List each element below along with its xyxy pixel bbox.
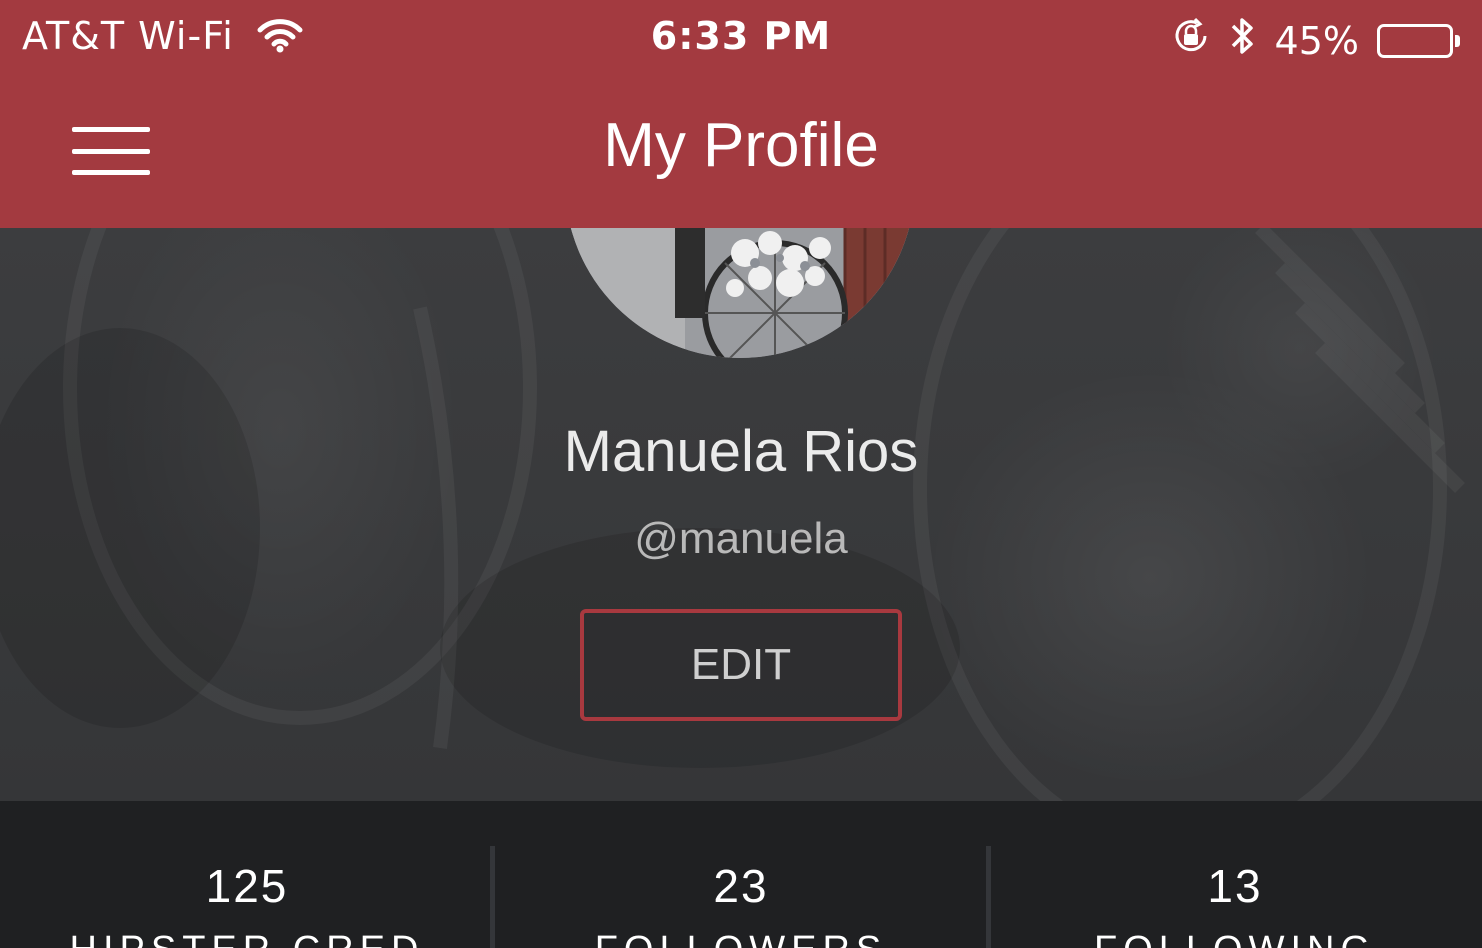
stat-hipster-cred[interactable]: 125 HIPSTER CRED (0, 801, 494, 948)
battery-percent: 45% (1274, 18, 1359, 63)
stat-label: FOLLOWING (988, 929, 1482, 948)
page-title: My Profile (603, 111, 879, 180)
stat-following[interactable]: 13 FOLLOWING (988, 801, 1482, 948)
profile-cover: Manuela Rios @manuela EDIT (0, 228, 1482, 801)
status-bar: AT&T Wi-Fi 6:33 PM 45% (0, 0, 1482, 80)
stat-value: 125 (205, 860, 289, 912)
stat-divider (490, 846, 495, 948)
battery-icon (1377, 23, 1460, 58)
nav-bar: My Profile (0, 80, 1482, 228)
profile-handle: @manuela (634, 514, 848, 563)
profile-name: Manuela Rios (563, 419, 919, 484)
stat-label: FOLLOWERS (494, 929, 988, 948)
profile-screen: AT&T Wi-Fi 6:33 PM 45% My Profile Manuel… (0, 0, 1482, 948)
stat-followers[interactable]: 23 FOLLOWERS (494, 801, 988, 948)
stat-divider (986, 846, 991, 948)
stat-label: HIPSTER CRED (0, 929, 494, 948)
header: AT&T Wi-Fi 6:33 PM 45% My Profile (0, 0, 1482, 228)
status-right-group: 45% (1171, 14, 1460, 67)
stat-value: 23 (713, 860, 769, 912)
bluetooth-icon (1229, 14, 1257, 67)
profile-stats: 125 HIPSTER CRED 23 FOLLOWERS 13 FOLLOWI… (0, 801, 1482, 948)
stat-value: 13 (1207, 860, 1263, 912)
edit-profile-button[interactable]: EDIT (580, 609, 902, 721)
orientation-lock-icon (1171, 16, 1211, 65)
